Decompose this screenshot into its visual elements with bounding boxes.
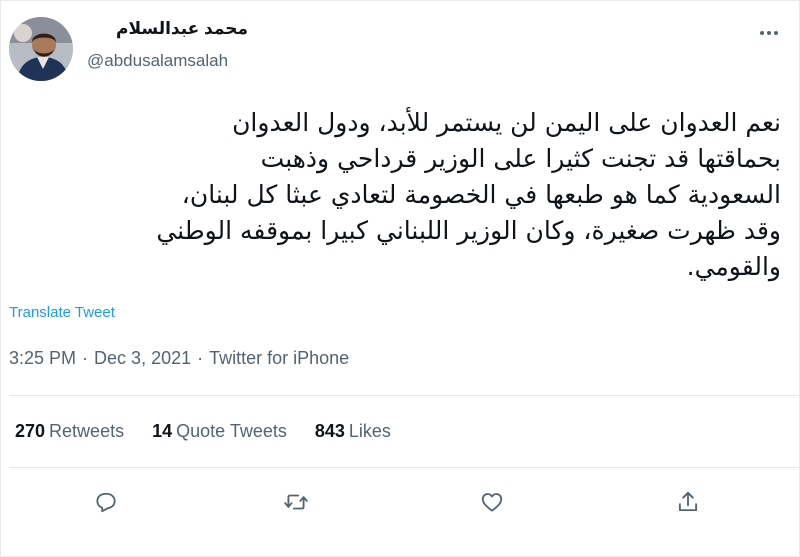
author-handle[interactable]: @abdusalamsalah xyxy=(87,51,228,71)
reply-icon xyxy=(96,492,116,513)
more-dot xyxy=(774,31,778,35)
tweet-stats: 270 Retweets 14 Quote Tweets 843 Likes xyxy=(15,421,391,442)
retweets-stat[interactable]: 270 Retweets xyxy=(15,421,124,442)
tweet-text: نعم العدوان على اليمن لن يستمر للأبد، ود… xyxy=(156,108,781,281)
more-dot xyxy=(760,31,764,35)
likes-count: 843 xyxy=(314,421,345,441)
retweet-button[interactable] xyxy=(279,485,313,519)
like-button[interactable] xyxy=(475,485,509,519)
share-icon xyxy=(678,491,698,512)
avatar[interactable] xyxy=(9,17,73,81)
quote-tweets-stat[interactable]: 14 Quote Tweets xyxy=(152,421,287,442)
retweets-count: 270 xyxy=(15,421,46,441)
tweet-actions xyxy=(1,481,800,521)
retweet-icon xyxy=(284,494,308,510)
share-button[interactable] xyxy=(671,485,705,519)
divider xyxy=(9,395,799,396)
quote-tweets-label: Quote Tweets xyxy=(176,421,287,441)
quote-tweets-count: 14 xyxy=(152,421,173,441)
translate-tweet-link[interactable]: Translate Tweet xyxy=(9,304,115,321)
like-icon xyxy=(481,493,503,512)
tweet-client[interactable]: Twitter for iPhone xyxy=(209,348,349,368)
reply-button[interactable] xyxy=(89,485,123,519)
meta-separator: · xyxy=(82,348,89,368)
author-display-name[interactable]: محمد عبدالسلام xyxy=(88,19,248,39)
likes-stat[interactable]: 843 Likes xyxy=(315,421,391,442)
divider xyxy=(9,467,799,468)
avatar-image xyxy=(9,17,73,81)
retweets-label: Retweets xyxy=(49,421,125,441)
tweet-date[interactable]: Dec 3, 2021 xyxy=(94,348,191,368)
meta-separator: · xyxy=(197,348,204,368)
more-dot xyxy=(767,31,771,35)
tweet-time[interactable]: 3:25 PM xyxy=(9,348,76,368)
tweet-metadata: 3:25 PM · Dec 3, 2021 · Twitter for iPhone xyxy=(9,348,349,369)
more-icon[interactable] xyxy=(755,23,783,43)
likes-label: Likes xyxy=(348,421,391,441)
tweet-card: محمد عبدالسلام @abdusalamsalah نعم العدو… xyxy=(0,0,800,557)
